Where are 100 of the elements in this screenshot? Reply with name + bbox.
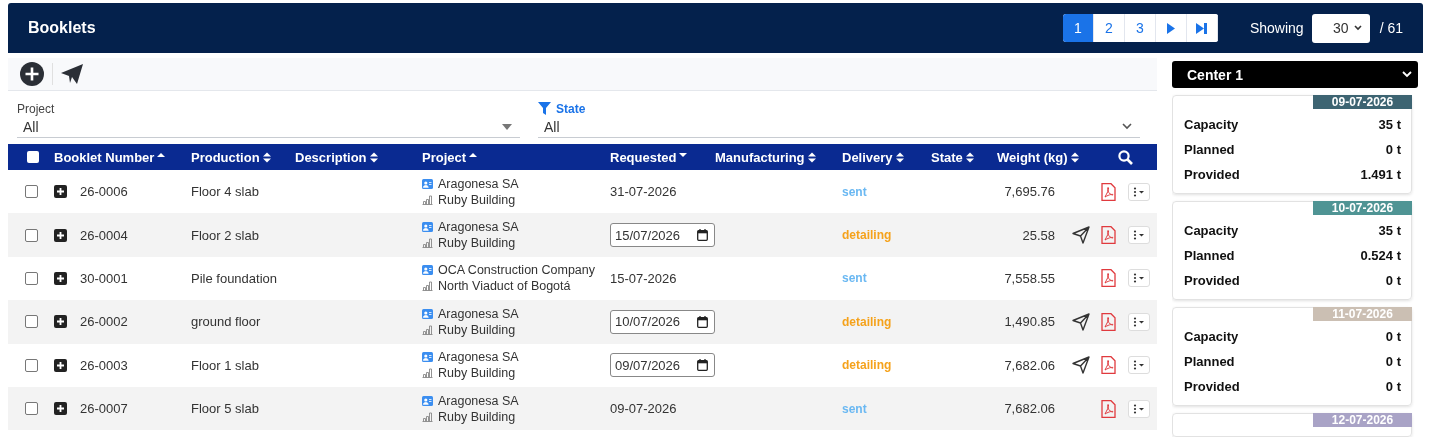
kebab-caret-icon: [1133, 403, 1145, 414]
checkbox[interactable]: [27, 151, 39, 163]
expand-icon[interactable]: [54, 271, 67, 285]
stat-value: 35 t: [1378, 223, 1401, 238]
filter-icon: [538, 102, 551, 115]
filter-label: Project: [17, 101, 56, 116]
site-name: North Viaduct of Bogotá: [438, 279, 571, 294]
contact-card-icon: [422, 222, 433, 233]
page-size-select[interactable]: 30: [1311, 13, 1370, 43]
column-header[interactable]: State: [931, 144, 997, 170]
row-menu-button[interactable]: [1128, 226, 1150, 245]
production-name: Pile foundation: [191, 270, 277, 286]
kebab-caret-icon: [1133, 230, 1145, 241]
row-menu-button[interactable]: [1128, 269, 1150, 288]
checkbox[interactable]: [25, 228, 38, 242]
building-icon: [422, 368, 433, 379]
chevron-down-icon: [1402, 71, 1412, 78]
contact-card-icon: [422, 308, 433, 319]
date-field[interactable]: 09/07/2026: [610, 353, 715, 378]
filter-select[interactable]: All: [538, 116, 1140, 138]
delivery-status: detailing: [842, 358, 892, 373]
last-page-icon: [1196, 22, 1208, 34]
search-icon[interactable]: [1118, 149, 1133, 165]
checkbox[interactable]: [25, 315, 38, 329]
checkbox[interactable]: [25, 185, 38, 199]
production-name: Floor 5 slab: [191, 401, 259, 417]
checkbox[interactable]: [25, 358, 38, 372]
production-name: Floor 1 slab: [191, 357, 259, 373]
sort-icon: [1070, 151, 1079, 163]
page-button[interactable]: 1: [1062, 14, 1094, 42]
delivery-status: detailing: [842, 314, 892, 329]
date-field[interactable]: 10/07/2026: [610, 309, 715, 334]
column-header[interactable]: Description: [295, 144, 422, 170]
stat-value: 0 t: [1385, 379, 1401, 394]
expand-icon[interactable]: [54, 228, 67, 242]
pdf-icon[interactable]: [1101, 182, 1116, 201]
sort-icon: [895, 151, 904, 163]
checkbox[interactable]: [25, 271, 38, 285]
column-header[interactable]: Booklet Number: [54, 144, 191, 170]
requested-date: 09-07-2026: [610, 401, 677, 417]
expand-icon[interactable]: [54, 315, 67, 329]
production-name: Floor 2 slab: [191, 227, 259, 243]
center-select[interactable]: Center 1: [1172, 61, 1418, 88]
weight-value: 1,490.85: [1004, 314, 1055, 330]
paper-plane-icon[interactable]: [1072, 312, 1090, 331]
pdf-icon[interactable]: [1101, 399, 1116, 418]
row-menu-button[interactable]: [1128, 356, 1150, 375]
paper-plane-icon[interactable]: [61, 64, 83, 84]
delivery-status: sent: [842, 401, 867, 416]
chevron-down-icon: [1353, 25, 1362, 31]
stat-label: Provided: [1184, 273, 1240, 288]
checkbox[interactable]: [25, 402, 38, 416]
weight-value: 7,558.55: [1004, 270, 1055, 286]
building-icon: [422, 411, 433, 422]
showing-label: Showing: [1249, 20, 1304, 36]
paper-plane-icon[interactable]: [1072, 356, 1090, 375]
site-name: Ruby Building: [438, 236, 516, 251]
row-menu-button[interactable]: [1128, 312, 1150, 331]
stat-label: Capacity: [1184, 117, 1239, 132]
client-name: Aragonesa SA: [438, 306, 519, 321]
pdf-icon[interactable]: [1101, 226, 1116, 245]
booklet-number: 26-0007: [80, 401, 128, 417]
stat-value: 35 t: [1378, 117, 1401, 132]
pdf-icon[interactable]: [1101, 356, 1116, 375]
column-header[interactable]: Delivery: [842, 144, 931, 170]
kebab-caret-icon: [1133, 186, 1145, 197]
add-icon[interactable]: [20, 62, 44, 86]
column-header[interactable]: Manufacturing: [715, 144, 842, 170]
column-header[interactable]: Production: [191, 144, 295, 170]
client-name: OCA Construction Company: [438, 263, 595, 278]
page-title: Booklets: [28, 19, 96, 37]
building-icon: [422, 238, 433, 249]
date-field[interactable]: 15/07/2026: [610, 223, 715, 248]
booklet-number: 26-0002: [80, 314, 128, 330]
stat-value: 1.491 t: [1360, 167, 1401, 182]
calendar-icon: [697, 315, 708, 328]
delivery-status: detailing: [842, 228, 892, 243]
expand-icon[interactable]: [54, 185, 67, 199]
building-icon: [422, 324, 433, 335]
paper-plane-icon[interactable]: [1072, 226, 1090, 245]
column-header[interactable]: Requested: [610, 144, 715, 170]
row-menu-button[interactable]: [1128, 182, 1150, 201]
site-name: Ruby Building: [438, 366, 516, 381]
column-header[interactable]: Weight (kg): [997, 144, 1118, 170]
filter-select[interactable]: All: [17, 116, 520, 138]
contact-card-icon: [422, 352, 433, 363]
expand-icon[interactable]: [54, 402, 67, 416]
weight-value: 7,682.06: [1004, 401, 1055, 417]
site-name: Ruby Building: [438, 322, 516, 337]
stat-value: 0.524 t: [1360, 248, 1401, 263]
pdf-icon[interactable]: [1101, 312, 1116, 331]
column-header[interactable]: Project: [422, 144, 610, 170]
kebab-caret-icon: [1133, 273, 1145, 284]
pdf-icon[interactable]: [1101, 269, 1116, 288]
contact-card-icon: [422, 265, 433, 276]
row-menu-button[interactable]: [1128, 399, 1150, 418]
date-badge: 09-07-2026: [1313, 95, 1412, 109]
client-name: Aragonesa SA: [438, 350, 519, 365]
client-name: Aragonesa SA: [438, 393, 519, 408]
expand-icon[interactable]: [54, 358, 67, 372]
